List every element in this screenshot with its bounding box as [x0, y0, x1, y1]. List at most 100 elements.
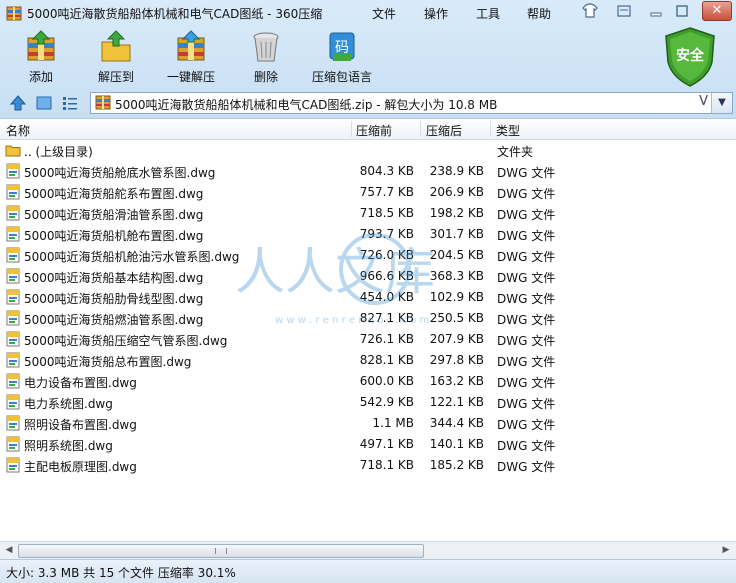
dwg-file-icon — [6, 352, 20, 368]
file-name: 5000吨近海货船机舱布置图.dwg — [24, 229, 204, 243]
file-row[interactable]: 电力系统图.dwg 542.9 KB 122.1 KB DWG 文件 — [0, 392, 736, 413]
zip-file-icon — [95, 95, 111, 110]
archive-language-label: 压缩包语言 — [311, 70, 372, 84]
address-bar[interactable]: 5000吨近海散货船船体机械和电气CAD图纸.zip - 解包大小为 10.8 … — [90, 92, 733, 114]
maximize-icon[interactable] — [672, 2, 692, 20]
file-name: 5000吨近海货船基本结构图.dwg — [24, 271, 204, 285]
security-shield-button[interactable]: 安全 — [663, 26, 717, 88]
file-type: DWG 文件 — [497, 229, 556, 243]
scroll-right-button[interactable]: ▶ — [719, 544, 733, 557]
file-row[interactable]: 5000吨近海货船基本结构图.dwg 966.6 KB 368.3 KB DWG 文件 — [0, 266, 736, 287]
column-header-size[interactable]: 压缩前 — [356, 122, 392, 139]
file-type: DWG 文件 — [497, 397, 556, 411]
status-bar: 大小: 3.3 MB 共 15 个文件 压缩率 30.1% — [0, 559, 736, 583]
menu-help[interactable]: 帮助 — [527, 5, 551, 22]
scroll-grip — [215, 548, 227, 554]
one-click-extract-button[interactable]: 一键解压 — [155, 28, 227, 86]
dwg-file-icon — [6, 415, 20, 431]
column-divider[interactable] — [490, 121, 491, 137]
file-row[interactable]: 主配电板原理图.dwg 718.1 KB 185.2 KB DWG 文件 — [0, 455, 736, 476]
file-type: DWG 文件 — [497, 376, 556, 390]
file-compressed-size: 102.9 KB — [429, 290, 484, 304]
column-divider[interactable] — [420, 121, 421, 137]
file-row[interactable]: 5000吨近海货船舵系布置图.dwg 757.7 KB 206.9 KB DWG 文件 — [0, 182, 736, 203]
minimize-icon[interactable] — [646, 2, 666, 20]
file-row[interactable]: 5000吨近海货船压缩空气管系图.dwg 726.1 KB 207.9 KB DWG … — [0, 329, 736, 350]
file-type: DWG 文件 — [497, 187, 556, 201]
language-glyph: 码 — [335, 40, 349, 56]
window-title: 5000吨近海散货船船体机械和电气CAD图纸 - 360压缩 — [27, 7, 323, 21]
file-compressed-size: 207.9 KB — [429, 332, 484, 346]
dwg-file-icon — [6, 247, 20, 263]
delete-button[interactable]: 删除 — [230, 28, 302, 86]
scroll-left-button[interactable]: ◀ — [2, 544, 16, 557]
menu-action[interactable]: 操作 — [424, 5, 448, 22]
file-row[interactable]: 5000吨近海货船肋骨线型图.dwg 454.0 KB 102.9 KB DWG 文件 — [0, 287, 736, 308]
archive-language-icon: 码 — [329, 32, 355, 61]
feedback-icon[interactable] — [614, 2, 634, 20]
chevron-right-icon: ▶ — [722, 545, 730, 555]
up-arrow-icon[interactable] — [9, 94, 27, 112]
delete-label: 删除 — [253, 70, 278, 84]
one-click-extract-label: 一键解压 — [166, 70, 215, 84]
file-row[interactable]: 5000吨近海货船燃油管系图.dwg 827.1 KB 250.5 KB DWG 文件 — [0, 308, 736, 329]
add-button[interactable]: 添加 — [5, 28, 77, 86]
file-type: DWG 文件 — [497, 460, 556, 474]
file-name: 5000吨近海货船压缩空气管系图.dwg — [24, 334, 228, 348]
dwg-file-icon — [6, 205, 20, 221]
file-row[interactable]: 5000吨近海货船机舱布置图.dwg 793.7 KB 301.7 KB DWG 文件 — [0, 224, 736, 245]
file-size: 827.1 KB — [359, 311, 414, 325]
file-size: 718.1 KB — [359, 458, 414, 472]
file-name: 5000吨近海货船肋骨线型图.dwg — [24, 292, 204, 306]
menu-file[interactable]: 文件 — [372, 5, 396, 22]
close-icon: ✕ — [711, 3, 723, 18]
file-row[interactable]: 5000吨近海货船机舱油污水管系图.dwg 726.0 KB 204.5 KB DWG… — [0, 245, 736, 266]
archive-language-button[interactable]: 码 压缩包语言 — [305, 28, 379, 86]
file-size: 497.1 KB — [359, 437, 414, 451]
extract-to-button[interactable]: 解压到 — [80, 28, 152, 86]
dwg-file-icon — [6, 289, 20, 305]
security-label: 安全 — [676, 48, 704, 64]
menu-tools[interactable]: 工具 — [476, 5, 500, 22]
file-size: 726.1 KB — [359, 332, 414, 346]
file-name: 5000吨近海货船舱底水管系图.dwg — [24, 166, 216, 180]
dwg-file-icon — [6, 163, 20, 179]
file-compressed-size: 368.3 KB — [429, 269, 484, 283]
column-divider[interactable] — [351, 121, 352, 137]
scroll-thumb[interactable] — [18, 544, 424, 558]
skin-shirt-icon[interactable] — [580, 2, 600, 20]
dwg-file-icon — [6, 331, 20, 347]
parent-directory-row[interactable]: .. (上级目录) 文件夹 — [0, 140, 736, 161]
file-row[interactable]: 5000吨近海货船滑油管系图.dwg 718.5 KB 198.2 KB DWG 文件 — [0, 203, 736, 224]
file-size: 828.1 KB — [359, 353, 414, 367]
extract-to-icon — [101, 30, 131, 62]
file-row[interactable]: 照明系统图.dwg 497.1 KB 140.1 KB DWG 文件 — [0, 434, 736, 455]
dwg-file-icon — [6, 436, 20, 452]
file-compressed-size: 204.5 KB — [429, 248, 484, 262]
file-type: DWG 文件 — [497, 208, 556, 222]
file-size: 793.7 KB — [359, 227, 414, 241]
address-dropdown[interactable]: ▼ — [711, 93, 732, 113]
column-header-compressed[interactable]: 压缩后 — [426, 122, 462, 139]
file-row[interactable]: 5000吨近海货船舱底水管系图.dwg 804.3 KB 238.9 KB DWG 文… — [0, 161, 736, 182]
file-compressed-size: 122.1 KB — [429, 395, 484, 409]
column-header-type[interactable]: 类型 — [496, 122, 520, 139]
file-size: 542.9 KB — [359, 395, 414, 409]
file-compressed-size: 250.5 KB — [429, 311, 484, 325]
details-view-icon[interactable] — [61, 94, 79, 112]
close-button[interactable]: ✕ — [702, 1, 732, 21]
file-size: 454.0 KB — [359, 290, 414, 304]
verify-button[interactable]: V — [699, 94, 708, 109]
horizontal-scrollbar[interactable]: ◀ ▶ — [0, 541, 736, 559]
file-row[interactable]: 5000吨近海货船总布置图.dwg 828.1 KB 297.8 KB DWG 文件 — [0, 350, 736, 371]
app-archive-icon — [6, 6, 22, 21]
column-header-name[interactable]: 名称 — [6, 122, 30, 139]
large-icons-view-icon[interactable] — [35, 94, 53, 112]
file-compressed-size: 238.9 KB — [429, 164, 484, 178]
file-row[interactable]: 电力设备布置图.dwg 600.0 KB 163.2 KB DWG 文件 — [0, 371, 736, 392]
file-compressed-size: 185.2 KB — [429, 458, 484, 472]
file-row[interactable]: 照明设备布置图.dwg 1.1 MB 344.4 KB DWG 文件 — [0, 413, 736, 434]
folder-icon — [5, 145, 21, 157]
status-text: 大小: 3.3 MB 共 15 个文件 压缩率 30.1% — [6, 566, 236, 580]
address-row: 5000吨近海散货船船体机械和电气CAD图纸.zip - 解包大小为 10.8 … — [0, 90, 736, 116]
